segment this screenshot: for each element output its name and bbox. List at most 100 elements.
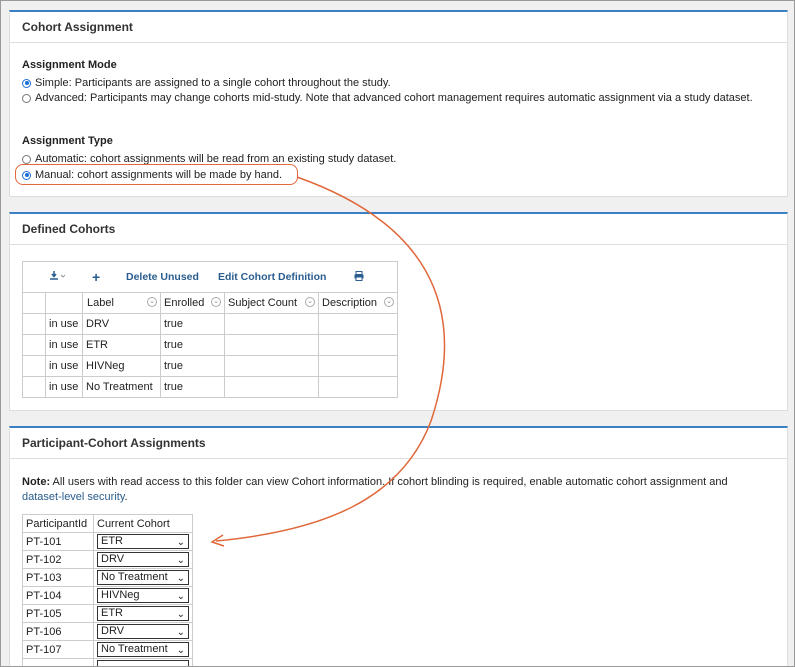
- cohort-select[interactable]: [97, 660, 189, 666]
- cohort-select[interactable]: ETR ⌄: [97, 534, 189, 549]
- panel-title: Participant-Cohort Assignments: [10, 428, 787, 459]
- enrolled-cell: true: [160, 355, 225, 377]
- dataset-security-link[interactable]: dataset-level security: [22, 491, 125, 503]
- participant-assignments-panel: Participant-Cohort Assignments Note: All…: [9, 426, 788, 666]
- column-menu-icon[interactable]: ⌄: [384, 297, 394, 307]
- cohorts-grid: + Delete Unused Edit Cohort Definition L…: [22, 261, 398, 398]
- participant-id-cell: [22, 658, 94, 666]
- label-cell: HIVNeg: [82, 355, 161, 377]
- cohort-select[interactable]: No Treatment ⌄: [97, 570, 189, 585]
- column-menu-icon[interactable]: ⌄: [147, 297, 157, 307]
- status-cell: in use: [45, 334, 83, 356]
- subject-count-cell: [224, 313, 319, 335]
- column-header-description[interactable]: Description ⌄: [318, 292, 398, 314]
- row-select-cell[interactable]: [22, 376, 46, 398]
- note-text: Note: All users with read access to this…: [22, 475, 767, 505]
- participant-id-cell: PT-102: [22, 550, 94, 569]
- participant-id-cell: PT-106: [22, 622, 94, 641]
- assignment-mode-title: Assignment Mode: [22, 59, 117, 71]
- delete-unused-button[interactable]: Delete Unused: [126, 271, 199, 283]
- column-header-current-cohort: Current Cohort: [93, 514, 193, 533]
- subject-count-cell: [224, 376, 319, 398]
- cohort-select[interactable]: ETR ⌄: [97, 606, 189, 621]
- participant-id-cell: PT-103: [22, 568, 94, 587]
- panel-title: Cohort Assignment: [10, 12, 787, 43]
- cohort-assignment-panel: Cohort Assignment Assignment Mode Simple…: [9, 10, 788, 197]
- radio-label: Simple: Participants are assigned to a s…: [35, 77, 391, 89]
- cohort-select[interactable]: HIVNeg ⌄: [97, 588, 189, 603]
- enrolled-cell: true: [160, 376, 225, 398]
- column-header-label[interactable]: Label ⌄: [82, 292, 161, 314]
- status-column-header: [45, 292, 83, 314]
- table-row: in use DRV true: [22, 313, 398, 335]
- grid-header-row: Label ⌄ Enrolled ⌄ Subject Count ⌄ Descript…: [22, 292, 398, 314]
- label-cell: DRV: [82, 313, 161, 335]
- row-select-cell[interactable]: [22, 334, 46, 356]
- label-cell: No Treatment: [82, 376, 161, 398]
- table-row: PT-103 No Treatment ⌄: [22, 568, 193, 587]
- description-cell: [318, 376, 398, 398]
- table-row: in use HIVNeg true: [22, 355, 398, 377]
- edit-cohort-definition-button[interactable]: Edit Cohort Definition: [218, 271, 326, 283]
- print-icon[interactable]: [354, 270, 364, 284]
- table-row: PT-104 HIVNeg ⌄: [22, 586, 193, 605]
- chevron-down-icon: ⌄: [176, 627, 185, 638]
- enrolled-cell: true: [160, 313, 225, 335]
- subject-count-cell: [224, 355, 319, 377]
- status-cell: in use: [45, 313, 83, 335]
- participant-id-cell: PT-105: [22, 604, 94, 623]
- row-select-cell[interactable]: [22, 313, 46, 335]
- column-header-subject-count[interactable]: Subject Count ⌄: [224, 292, 319, 314]
- enrolled-cell: true: [160, 334, 225, 356]
- column-menu-icon[interactable]: ⌄: [211, 297, 221, 307]
- chevron-down-icon: ⌄: [176, 645, 185, 656]
- chevron-down-icon: ⌄: [176, 555, 185, 566]
- note-body: All users with read access to this folde…: [50, 476, 728, 488]
- column-header-enrolled[interactable]: Enrolled ⌄: [160, 292, 225, 314]
- status-cell: in use: [45, 355, 83, 377]
- radio-button[interactable]: [22, 93, 31, 103]
- description-cell: [318, 355, 398, 377]
- panel-title: Defined Cohorts: [10, 214, 787, 245]
- table-row: PT-101 ETR ⌄: [22, 532, 193, 551]
- mode-simple-option[interactable]: Simple: Participants are assigned to a s…: [22, 76, 391, 90]
- note-label: Note:: [22, 476, 51, 488]
- table-row: PT-107 No Treatment ⌄: [22, 640, 193, 659]
- grid-toolbar: + Delete Unused Edit Cohort Definition: [22, 261, 398, 293]
- description-cell: [318, 334, 398, 356]
- participant-grid: ParticipantId Current Cohort PT-101 ETR ⌄…: [22, 514, 193, 666]
- radio-button[interactable]: [22, 78, 31, 88]
- chevron-down-icon: ⌄: [176, 573, 185, 584]
- manual-option-highlight: [15, 164, 298, 185]
- table-row: in use ETR true: [22, 334, 398, 356]
- cohort-select[interactable]: DRV ⌄: [97, 552, 189, 567]
- table-row: in use No Treatment true: [22, 376, 398, 398]
- table-row: PT-105 ETR ⌄: [22, 604, 193, 623]
- subject-count-cell: [224, 334, 319, 356]
- table-row: PT-106 DRV ⌄: [22, 622, 193, 641]
- defined-cohorts-panel: Defined Cohorts + Delete Unused Edit Coh…: [9, 212, 788, 411]
- participant-id-cell: PT-107: [22, 640, 94, 659]
- download-icon[interactable]: [50, 270, 76, 284]
- chevron-down-icon: ⌄: [176, 609, 185, 620]
- table-row: [22, 658, 193, 666]
- cohort-select[interactable]: No Treatment ⌄: [97, 642, 189, 657]
- radio-button[interactable]: [22, 154, 31, 164]
- row-select-cell[interactable]: [22, 355, 46, 377]
- table-row: PT-102 DRV ⌄: [22, 550, 193, 569]
- plus-icon[interactable]: +: [92, 269, 116, 285]
- cohort-select[interactable]: DRV ⌄: [97, 624, 189, 639]
- select-column-header: [22, 292, 46, 314]
- assignment-type-title: Assignment Type: [22, 135, 113, 147]
- mode-advanced-option[interactable]: Advanced: Participants may change cohort…: [22, 91, 753, 105]
- chevron-down-icon: ⌄: [176, 591, 185, 602]
- chevron-down-icon: ⌄: [176, 537, 185, 548]
- participant-id-cell: PT-104: [22, 586, 94, 605]
- participant-id-cell: PT-101: [22, 532, 94, 551]
- description-cell: [318, 313, 398, 335]
- column-menu-icon[interactable]: ⌄: [305, 297, 315, 307]
- column-header-participant-id: ParticipantId: [22, 514, 94, 533]
- page-frame: Cohort Assignment Assignment Mode Simple…: [0, 0, 795, 667]
- note-end: .: [124, 491, 128, 503]
- radio-label: Advanced: Participants may change cohort…: [35, 92, 753, 104]
